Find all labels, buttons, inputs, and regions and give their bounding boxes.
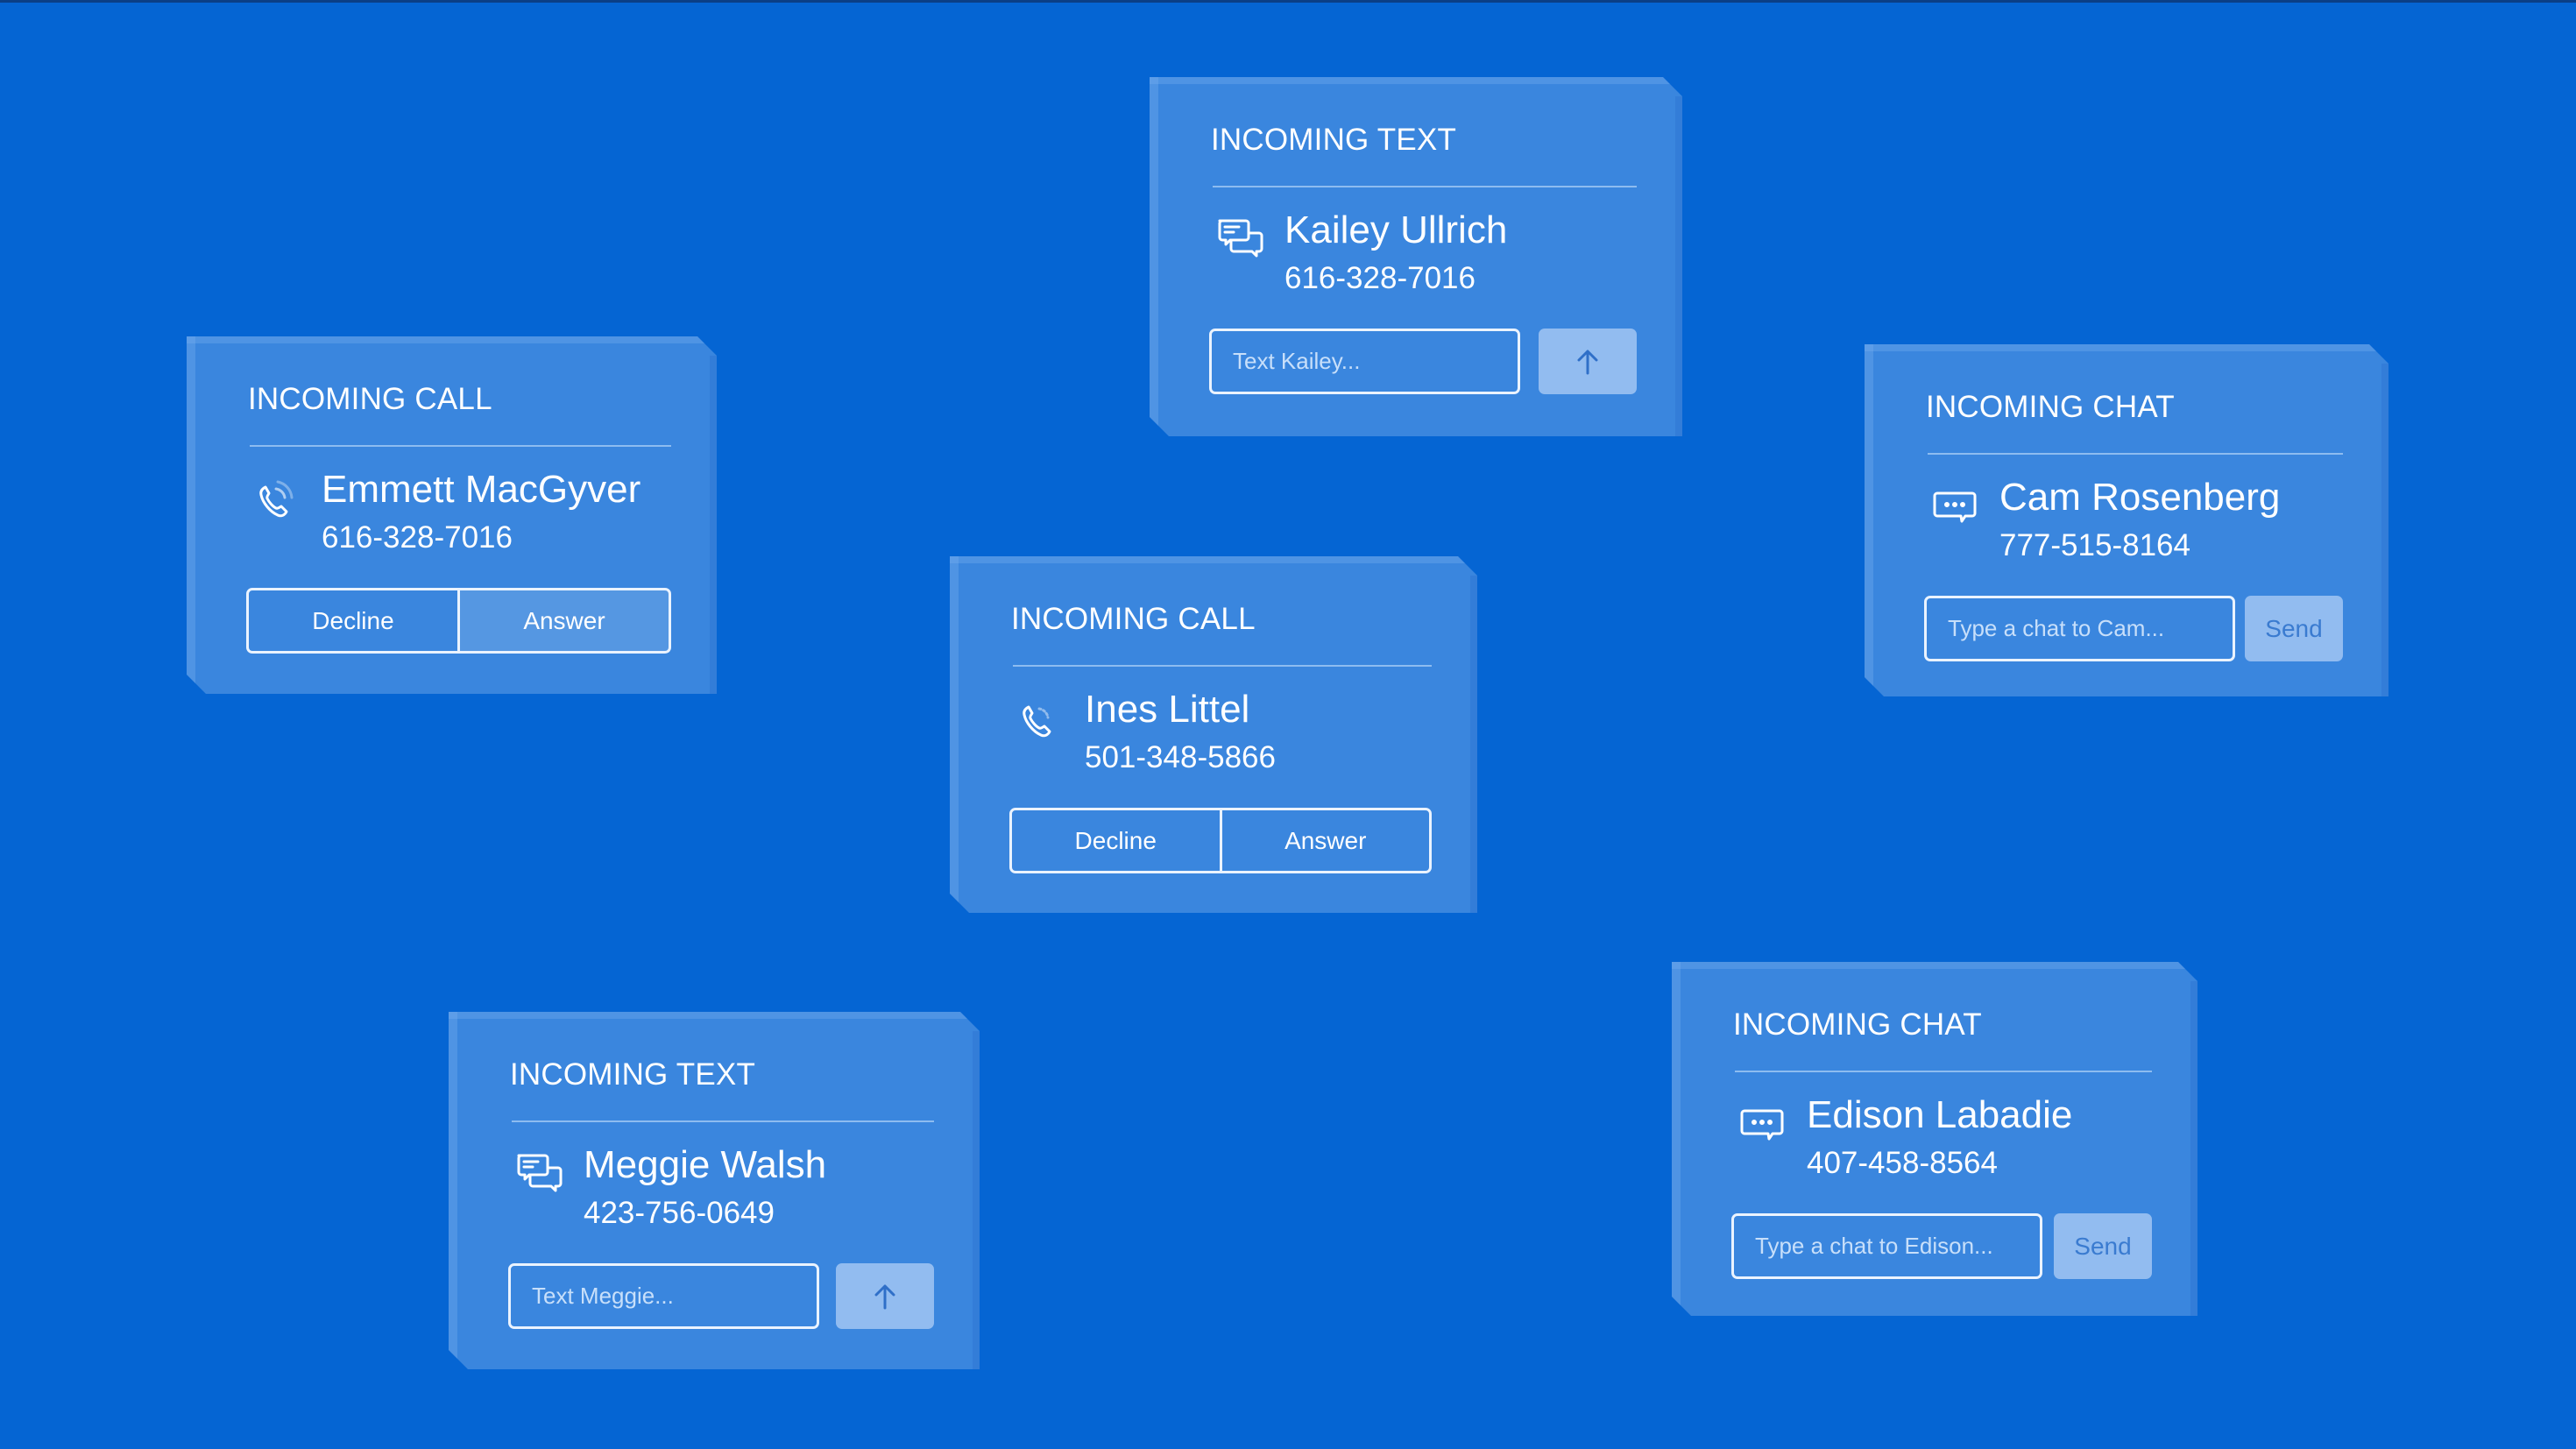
divider (512, 1120, 934, 1122)
contact-name: Emmett MacGyver (322, 468, 641, 511)
contact-name: Meggie Walsh (584, 1143, 827, 1186)
call-action-group: Decline Answer (246, 588, 671, 654)
incoming-text-card-kailey: INCOMING TEXT Kailey Ullrich 616-328-701… (1150, 77, 1682, 436)
send-text-button[interactable] (836, 1263, 934, 1329)
divider (1213, 186, 1637, 187)
card-title: INCOMING CALL (1011, 602, 1256, 636)
contact-name: Ines Littel (1085, 688, 1250, 731)
contact-phone: 407-458-8564 (1807, 1146, 1998, 1180)
chat-message-input[interactable] (1924, 596, 2235, 661)
divider (1013, 665, 1432, 667)
send-chat-button[interactable]: Send (2054, 1213, 2152, 1279)
contact-name: Edison Labadie (1807, 1093, 2073, 1136)
contact-phone: 501-348-5866 (1085, 740, 1276, 774)
chat-bubbles-icon (513, 1150, 566, 1203)
incoming-chat-card-cam: INCOMING CHAT Cam Rosenberg 777-515-8164… (1865, 344, 2388, 696)
phone-ringing-icon (251, 475, 304, 527)
incoming-chat-card-edison: INCOMING CHAT Edison Labadie 407-458-856… (1672, 962, 2197, 1316)
contact-phone: 423-756-0649 (584, 1196, 775, 1230)
incoming-call-card-ines: INCOMING CALL Ines Littel 501-348-5866 D… (950, 556, 1477, 913)
arrow-up-icon (1575, 347, 1601, 377)
text-message-input[interactable] (1209, 329, 1520, 394)
decline-button[interactable]: Decline (1012, 810, 1220, 871)
chat-message-input[interactable] (1731, 1213, 2042, 1279)
decline-button[interactable]: Decline (249, 590, 457, 651)
contact-name: Kailey Ullrich (1284, 209, 1508, 251)
chat-dots-icon (1929, 483, 1982, 535)
call-action-group: Decline Answer (1009, 808, 1432, 873)
card-title: INCOMING CHAT (1926, 390, 2175, 424)
answer-button[interactable]: Answer (457, 590, 669, 651)
text-message-input[interactable] (508, 1263, 819, 1329)
contact-phone: 616-328-7016 (1284, 261, 1476, 295)
send-chat-button[interactable]: Send (2245, 596, 2343, 661)
contact-phone: 777-515-8164 (1999, 528, 2190, 562)
card-title: INCOMING CALL (248, 382, 492, 416)
contact-phone: 616-328-7016 (322, 520, 513, 555)
card-title: INCOMING TEXT (1211, 123, 1457, 157)
divider (250, 445, 671, 447)
incoming-call-card-emmett: INCOMING CALL Emmett MacGyver 616-328-70… (187, 336, 717, 694)
arrow-up-icon (872, 1282, 898, 1311)
chat-bubbles-icon (1214, 216, 1267, 268)
card-title: INCOMING CHAT (1733, 1007, 1982, 1042)
top-edge-strip (0, 0, 2576, 3)
divider (1928, 453, 2343, 455)
contact-name: Cam Rosenberg (1999, 476, 2281, 519)
card-title: INCOMING TEXT (510, 1057, 756, 1092)
send-text-button[interactable] (1539, 329, 1637, 394)
answer-button[interactable]: Answer (1220, 810, 1430, 871)
incoming-text-card-meggie: INCOMING TEXT Meggie Walsh 423-756-0649 (449, 1012, 980, 1369)
chat-dots-icon (1737, 1100, 1789, 1153)
divider (1735, 1071, 2152, 1072)
phone-ringing-icon (1015, 695, 1067, 747)
